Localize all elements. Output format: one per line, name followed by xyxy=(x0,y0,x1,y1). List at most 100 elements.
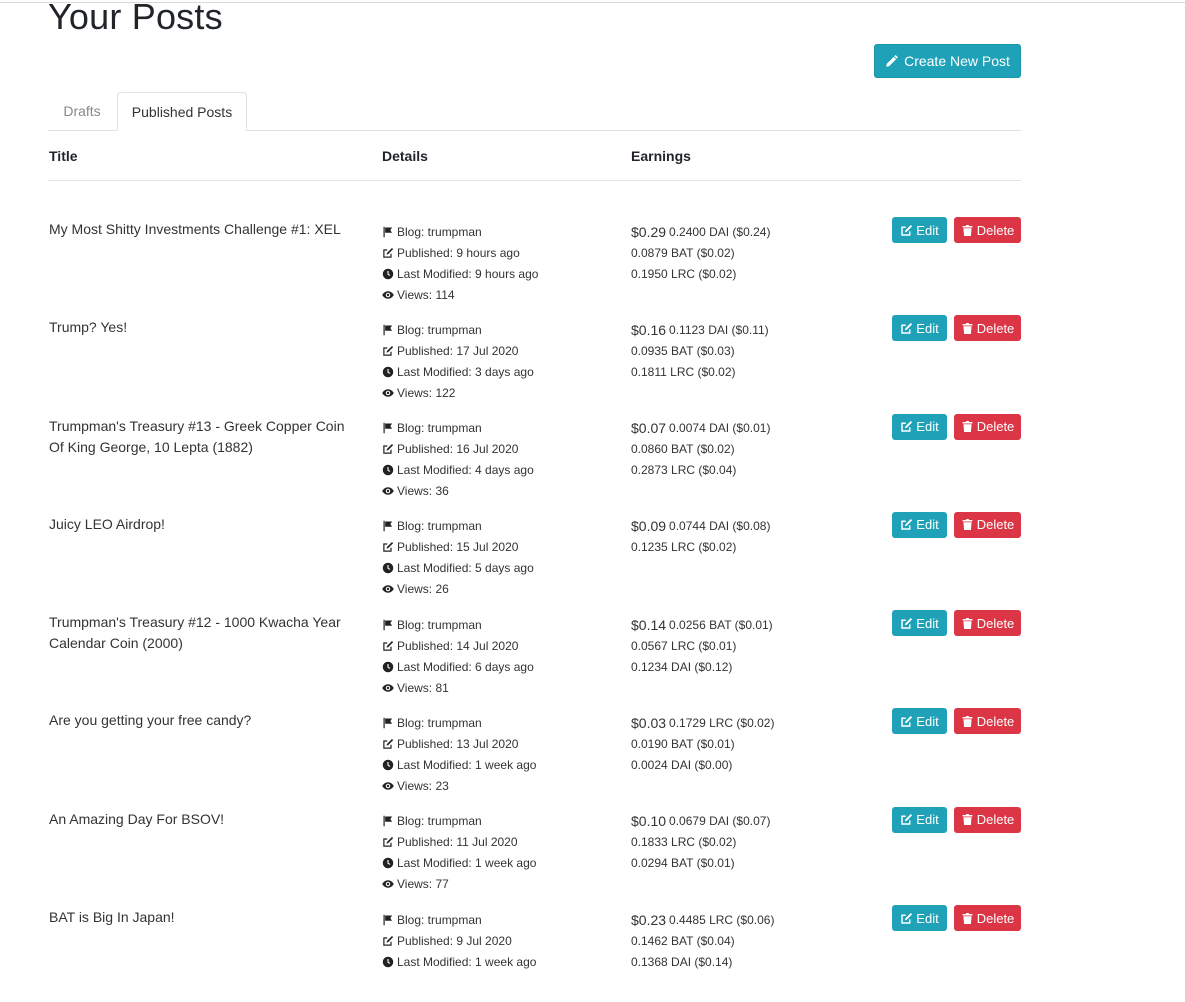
edit-label: Edit xyxy=(916,320,939,336)
delete-label: Delete xyxy=(976,615,1015,631)
edit-square-icon xyxy=(900,912,913,925)
detail-text: Published: 17 Jul 2020 xyxy=(397,343,519,358)
detail-text: Published: 16 Jul 2020 xyxy=(397,442,519,457)
post-details: Blog: trumpman Published: 9 hours ago Last… xyxy=(382,221,612,305)
detail-text: Blog: trumpman xyxy=(397,912,482,927)
edit-button[interactable]: Edit xyxy=(892,806,947,833)
eye-icon xyxy=(382,485,394,497)
post-title: Are you getting your free candy? xyxy=(49,712,252,729)
earnings-line: 0.0860 BAT ($0.02) xyxy=(631,439,881,460)
earnings-total: $0.09 xyxy=(631,518,667,535)
edit-button[interactable]: Edit xyxy=(892,905,947,932)
trash-icon xyxy=(961,420,974,433)
post-earnings: $0.09 0.0744 DAI ($0.08) 0.1235 LRC ($0.02… xyxy=(631,516,881,558)
edit-label: Edit xyxy=(916,222,939,238)
post-details: Blog: trumpman Published: 17 Jul 2020 Last… xyxy=(382,319,612,403)
detail-line: Blog: trumpman xyxy=(382,614,612,635)
edit-square-icon xyxy=(900,813,913,826)
post-title: Juicy LEO Airdrop! xyxy=(49,515,165,532)
detail-text: Views: 36 xyxy=(397,484,449,499)
create-new-post-button[interactable]: Create New Post xyxy=(874,44,1021,78)
earnings-line: 0.0294 BAT ($0.01) xyxy=(631,853,881,874)
table-row: BAT is Big In Japan! Blog: trumpman Publis… xyxy=(48,904,1021,1002)
delete-label: Delete xyxy=(976,222,1015,238)
edit-square-icon xyxy=(900,322,913,335)
delete-label: Delete xyxy=(976,320,1015,336)
post-details: Blog: trumpman Published: 11 Jul 2020 Last… xyxy=(382,811,612,895)
detail-text: Blog: trumpman xyxy=(397,421,482,436)
earnings-line: 0.0190 BAT ($0.01) xyxy=(631,733,881,754)
edit-square-icon xyxy=(900,420,913,433)
detail-text: Published: 11 Jul 2020 xyxy=(397,835,518,850)
earnings-total: $0.07 xyxy=(631,420,667,437)
flag-icon xyxy=(382,619,394,631)
detail-line: Views: 77 xyxy=(382,874,612,895)
post-details: Blog: trumpman Published: 15 Jul 2020 Last… xyxy=(382,516,612,600)
delete-button[interactable]: Delete xyxy=(954,708,1021,735)
edit-square-icon xyxy=(900,617,913,630)
earnings-total: $0.10 xyxy=(631,813,667,830)
detail-text: Views: 23 xyxy=(397,778,449,793)
table-row: Trumpman's Treasury #13 - Greek Copper C… xyxy=(48,413,1021,511)
detail-text: Views: 122 xyxy=(397,385,456,400)
edit-button[interactable]: Edit xyxy=(892,217,947,243)
earnings-line: 0.0935 BAT ($0.03) xyxy=(631,340,881,361)
detail-text: Last Modified: 1 week ago xyxy=(397,954,537,969)
edit-button[interactable]: Edit xyxy=(892,708,947,735)
detail-text: Last Modified: 1 week ago xyxy=(397,757,537,772)
tab-published-posts[interactable]: Published Posts xyxy=(117,92,247,131)
edit-label: Edit xyxy=(916,517,939,533)
earnings-token: 0.0935 BAT ($0.03) xyxy=(631,343,735,358)
earnings-token: 0.1234 DAI ($0.12) xyxy=(631,659,733,674)
delete-button[interactable]: Delete xyxy=(954,610,1021,637)
post-earnings: $0.03 0.1729 LRC ($0.02) 0.0190 BAT ($0.01… xyxy=(631,712,881,775)
delete-button[interactable]: Delete xyxy=(954,217,1021,243)
delete-button[interactable]: Delete xyxy=(954,413,1021,440)
detail-line: Published: 17 Jul 2020 xyxy=(382,340,612,361)
detail-line: Published: 13 Jul 2020 xyxy=(382,733,612,754)
edit-square-icon xyxy=(382,345,394,357)
edit-button[interactable]: Edit xyxy=(892,413,947,440)
detail-text: Last Modified: 9 hours ago xyxy=(397,266,539,281)
earnings-token: 0.1729 LRC ($0.02) xyxy=(669,715,775,730)
earnings-line: 0.2873 LRC ($0.04) xyxy=(631,460,881,481)
earnings-line: $0.23 0.4485 LRC ($0.06) xyxy=(631,909,881,930)
earnings-line: $0.14 0.0256 BAT ($0.01) xyxy=(631,614,881,635)
clock-icon xyxy=(382,464,394,476)
earnings-token: 0.0860 BAT ($0.02) xyxy=(631,442,735,457)
earnings-token: 0.1462 BAT ($0.04) xyxy=(631,933,735,948)
delete-button[interactable]: Delete xyxy=(954,315,1021,342)
clock-icon xyxy=(382,366,394,378)
detail-line: Last Modified: 4 days ago xyxy=(382,460,612,481)
edit-button[interactable]: Edit xyxy=(892,315,947,342)
post-earnings: $0.14 0.0256 BAT ($0.01) 0.0567 LRC ($0.01… xyxy=(631,614,881,677)
delete-button[interactable]: Delete xyxy=(954,806,1021,833)
table-row: My Most Shitty Investments Challenge #1:… xyxy=(48,216,1021,314)
earnings-token: 0.0744 DAI ($0.08) xyxy=(669,519,771,534)
delete-button[interactable]: Delete xyxy=(954,905,1021,932)
eye-icon xyxy=(382,682,394,694)
tab-drafts[interactable]: Drafts xyxy=(48,92,116,130)
earnings-token: 0.0024 DAI ($0.00) xyxy=(631,757,733,772)
delete-button[interactable]: Delete xyxy=(954,511,1021,538)
flag-icon xyxy=(382,324,394,336)
earnings-line: 0.0879 BAT ($0.02) xyxy=(631,242,881,263)
detail-text: Last Modified: 5 days ago xyxy=(397,561,534,576)
earnings-line: 0.0024 DAI ($0.00) xyxy=(631,754,881,775)
edit-button[interactable]: Edit xyxy=(892,511,947,538)
earnings-line: $0.03 0.1729 LRC ($0.02) xyxy=(631,712,881,733)
table-row: An Amazing Day For BSOV! Blog: trumpman Pu… xyxy=(48,806,1021,904)
detail-line: Blog: trumpman xyxy=(382,909,612,930)
detail-line: Blog: trumpman xyxy=(382,319,612,340)
earnings-token: 0.4485 LRC ($0.06) xyxy=(669,912,775,927)
edit-square-icon xyxy=(900,518,913,531)
delete-label: Delete xyxy=(976,713,1015,729)
delete-label: Delete xyxy=(976,419,1015,435)
table-row: Juicy LEO Airdrop! Blog: trumpman Publishe… xyxy=(48,511,1021,609)
edit-button[interactable]: Edit xyxy=(892,610,947,637)
detail-text: Blog: trumpman xyxy=(397,224,482,239)
edit-square-icon xyxy=(382,541,394,553)
posts-table-body: My Most Shitty Investments Challenge #1:… xyxy=(48,216,1021,1002)
trash-icon xyxy=(961,518,974,531)
eye-icon xyxy=(382,878,394,890)
